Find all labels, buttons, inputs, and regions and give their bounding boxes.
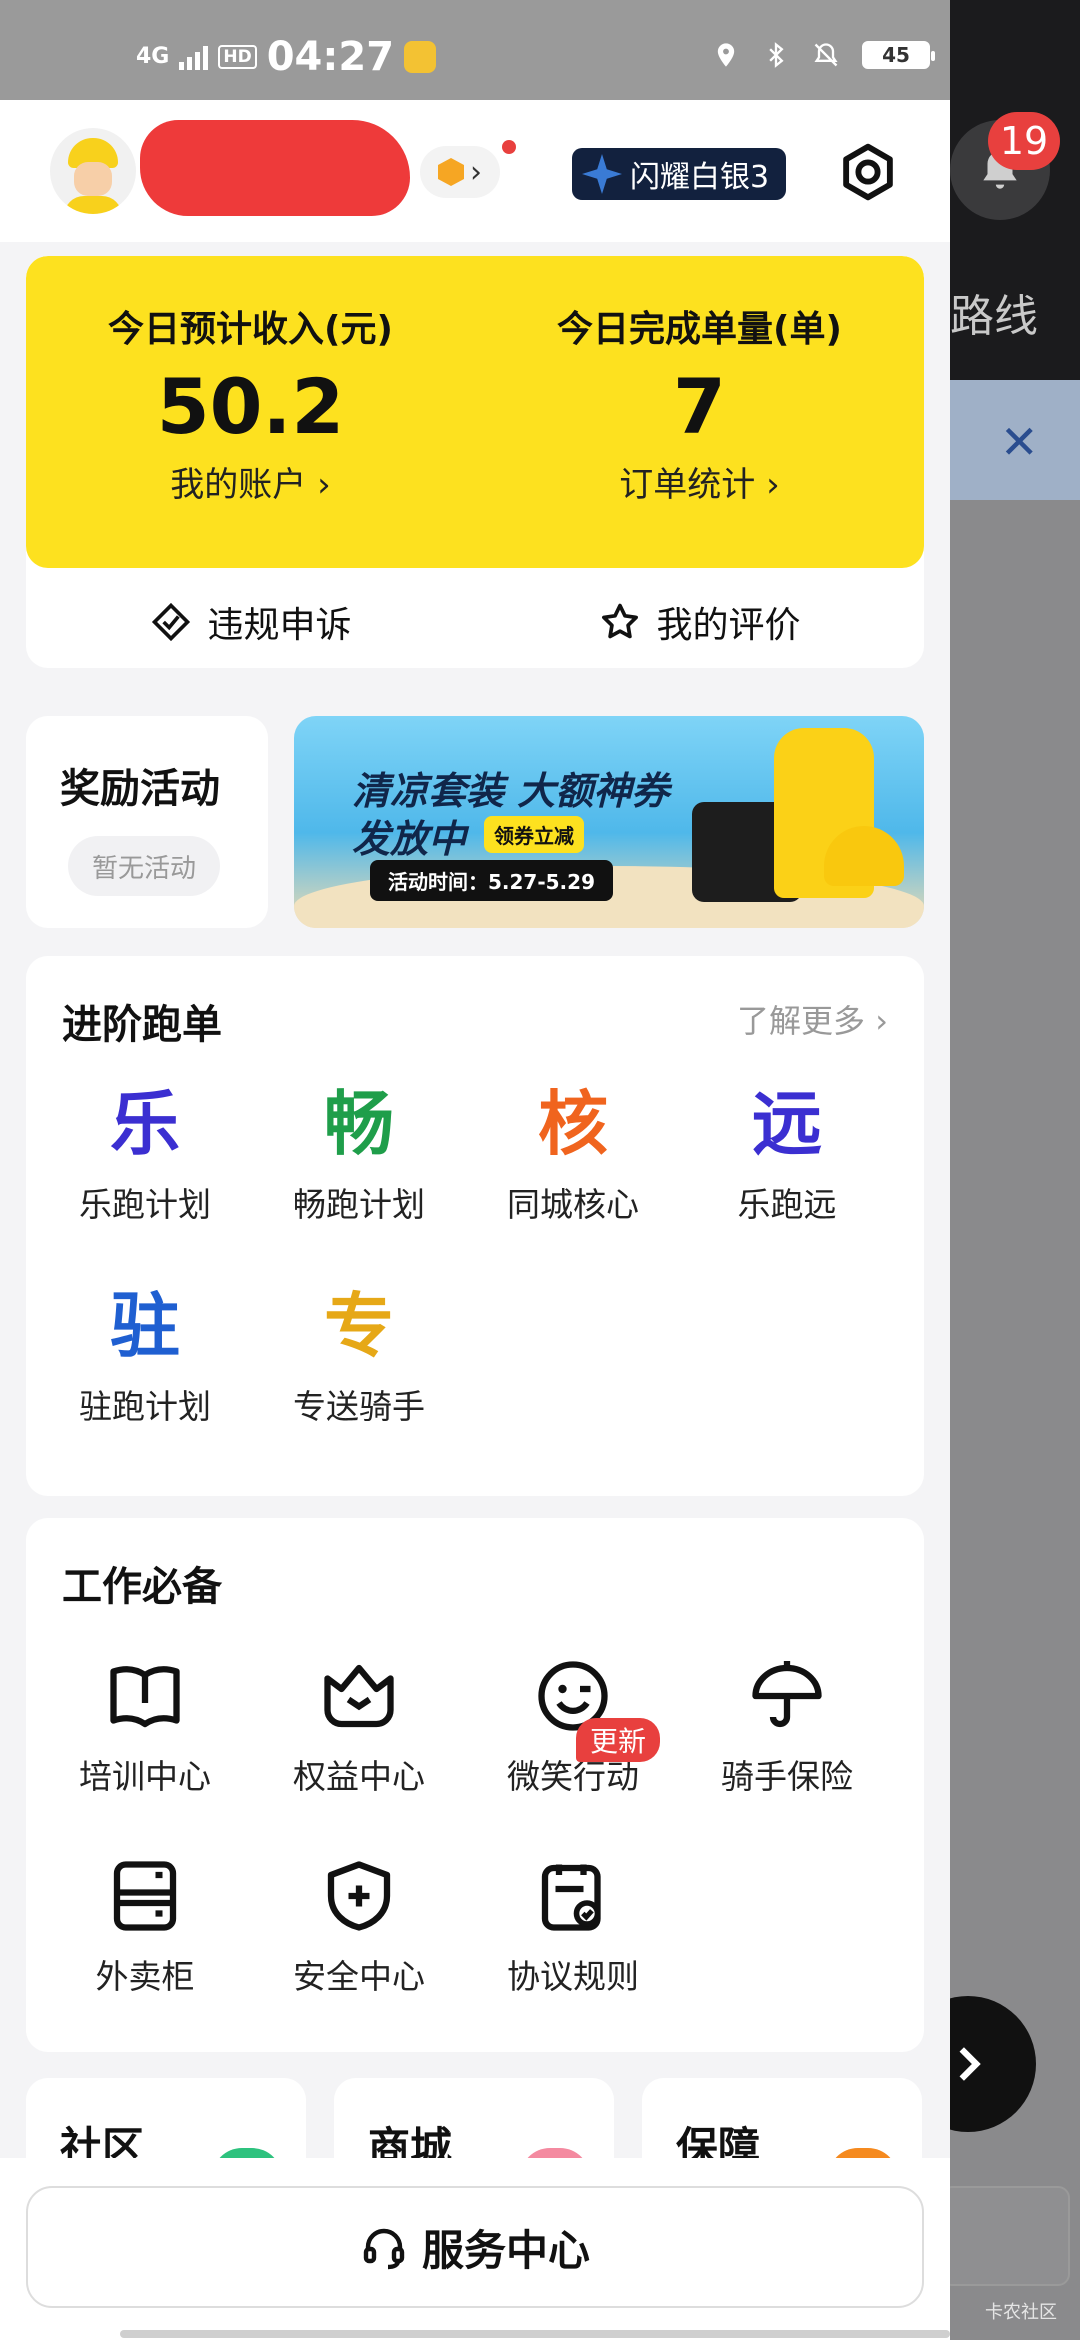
item-label: 权益中心 (293, 1757, 425, 1796)
no-activity-pill: 暂无活动 (68, 836, 220, 896)
appeal-button[interactable]: 违规申诉 (26, 576, 475, 668)
item-label: 骑手保险 (721, 1757, 853, 1796)
rewards-title: 奖励活动 (60, 766, 220, 812)
status-bar: 4G HD 04:27 45 (0, 0, 950, 100)
safety-center-item[interactable]: 安全中心 (252, 1848, 466, 1998)
item-label: 协议规则 (507, 1957, 639, 1996)
plan-label: 乐跑计划 (79, 1185, 211, 1224)
avatar[interactable] (50, 128, 136, 214)
document-icon (541, 1864, 601, 1931)
redacted-username (140, 120, 410, 216)
side-drawer: › 闪耀白银3 今日预计收入(元) 50.2 我的账户 › 今日完成单量(单) … (0, 100, 950, 2340)
plan-item-changpao[interactable]: 畅 畅跑计划 (252, 1076, 466, 1226)
close-icon[interactable]: ✕ (1000, 415, 1039, 469)
my-account-link[interactable]: 我的账户 › (26, 457, 475, 506)
plan-glyph: 乐 (110, 1083, 180, 1165)
rewards-card[interactable]: 奖励活动 暂无活动 (26, 716, 268, 928)
plan-item-zhuansong[interactable]: 专 专送骑手 (252, 1278, 466, 1428)
advanced-title: 进阶跑单 (62, 1002, 222, 1048)
work-essentials-card: 工作必备 培训中心 权益中心 微笑行动 骑手保险 外卖柜 安全中心 协议规则 更… (26, 1518, 924, 2052)
mute-icon (814, 43, 838, 67)
book-icon (110, 1666, 180, 1728)
plan-label: 驻跑计划 (79, 1387, 211, 1426)
banner-date: 活动时间：5.27-5.29 (370, 860, 613, 901)
learn-more-link[interactable]: 了解更多 › (737, 996, 888, 1042)
home-indicator (120, 2330, 950, 2338)
plan-glyph: 远 (752, 1083, 822, 1165)
plan-label: 专送骑手 (293, 1387, 425, 1426)
rank-label: 闪耀白银3 (630, 160, 770, 195)
plan-label: 乐跑远 (737, 1185, 837, 1224)
service-center-label: 服务中心 (421, 2225, 590, 2275)
profile-header: › 闪耀白银3 (0, 100, 950, 242)
locker-icon (113, 1861, 177, 1931)
star-icon (602, 603, 639, 639)
plan-label: 畅跑计划 (293, 1185, 425, 1224)
income-value: 50.2 (156, 362, 345, 451)
level-badge[interactable]: › (420, 146, 500, 198)
watermark: 卡农社区 (985, 2302, 1057, 2323)
rank-star-icon (582, 154, 622, 194)
item-label: 安全中心 (293, 1957, 425, 1996)
route-label: 路线 (950, 291, 1038, 342)
crown-icon (324, 1664, 394, 1728)
headset-icon (363, 2228, 405, 2270)
umbrella-icon (752, 1661, 822, 1728)
network-type: 4G (136, 44, 170, 69)
rating-label: 我的评价 (656, 605, 801, 646)
shield-icon (327, 1861, 391, 1931)
earnings-card: 今日预计收入(元) 50.2 我的账户 › 今日完成单量(单) 7 订单统计 ›… (26, 256, 924, 668)
settings-icon[interactable] (836, 140, 900, 204)
appeal-icon (152, 602, 191, 642)
rating-button[interactable]: 我的评价 (475, 576, 924, 668)
app-notification-icon (404, 41, 437, 73)
promo-banner[interactable]: 清凉套装 大额神券 发放中 领券立减 活动时间：5.27-5.29 (294, 716, 924, 928)
orders-value: 7 (673, 362, 726, 451)
rider-insurance-item[interactable]: 骑手保险 (680, 1648, 894, 1798)
service-bar: 服务中心 (0, 2158, 950, 2340)
plan-glyph: 核 (538, 1083, 608, 1165)
service-center-button[interactable]: 服务中心 (26, 2186, 924, 2308)
benefits-center-item[interactable]: 权益中心 (252, 1648, 466, 1798)
signal-icon (179, 44, 209, 70)
plan-item-lepaoyuan[interactable]: 远 乐跑远 (680, 1076, 894, 1226)
hd-icon: HD (218, 45, 257, 69)
earnings-summary: 今日预计收入(元) 50.2 我的账户 › 今日完成单量(单) 7 订单统计 › (26, 256, 924, 568)
orders-label: 今日完成单量(单) (557, 309, 842, 350)
advanced-orders-card: 进阶跑单 了解更多 › 乐 乐跑计划 畅 畅跑计划 核 同城核心 远 乐跑远 驻… (26, 956, 924, 1496)
clock: 04:27 (266, 34, 395, 80)
plan-glyph: 专 (324, 1285, 394, 1367)
order-statistics-link[interactable]: 订单统计 › (475, 457, 924, 506)
plan-item-lepao[interactable]: 乐 乐跑计划 (38, 1076, 252, 1226)
red-dot-indicator (502, 140, 516, 154)
work-title: 工作必备 (62, 1564, 222, 1610)
plan-item-zhupao[interactable]: 驻 驻跑计划 (38, 1278, 252, 1428)
banner-subline: 发放中 (352, 817, 467, 861)
orders-stat: 今日完成单量(单) 7 订单统计 › (475, 300, 924, 506)
income-stat: 今日预计收入(元) 50.2 我的账户 › (26, 300, 475, 506)
notification-count-badge: 19 (988, 112, 1060, 170)
plan-item-tongcheng[interactable]: 核 同城核心 (466, 1076, 680, 1226)
banner-tag: 领券立减 (484, 816, 584, 853)
plan-glyph: 畅 (324, 1083, 394, 1165)
appeal-label: 违规申诉 (207, 605, 352, 646)
level-hex-icon (438, 158, 464, 186)
chevron-right-icon (959, 2047, 981, 2081)
rank-badge[interactable]: 闪耀白银3 (572, 148, 786, 200)
delivery-locker-item[interactable]: 外卖柜 (38, 1848, 252, 1998)
location-icon (717, 43, 735, 67)
battery-indicator: 45 (862, 41, 935, 69)
chevron-right-icon: › (470, 154, 482, 190)
income-label: 今日预计收入(元) (108, 309, 393, 350)
item-label: 外卖柜 (95, 1957, 195, 1996)
new-badge: 更新 (576, 1718, 661, 1762)
plan-glyph: 驻 (110, 1285, 180, 1367)
plan-label: 同城核心 (507, 1185, 639, 1224)
banner-headline: 清凉套装 大额神券 (352, 769, 670, 813)
background-input (940, 2186, 1070, 2286)
agreement-rules-item[interactable]: 协议规则 (466, 1848, 680, 1998)
training-center-item[interactable]: 培训中心 (38, 1648, 252, 1798)
item-label: 培训中心 (79, 1757, 211, 1796)
bluetooth-icon (769, 42, 784, 68)
